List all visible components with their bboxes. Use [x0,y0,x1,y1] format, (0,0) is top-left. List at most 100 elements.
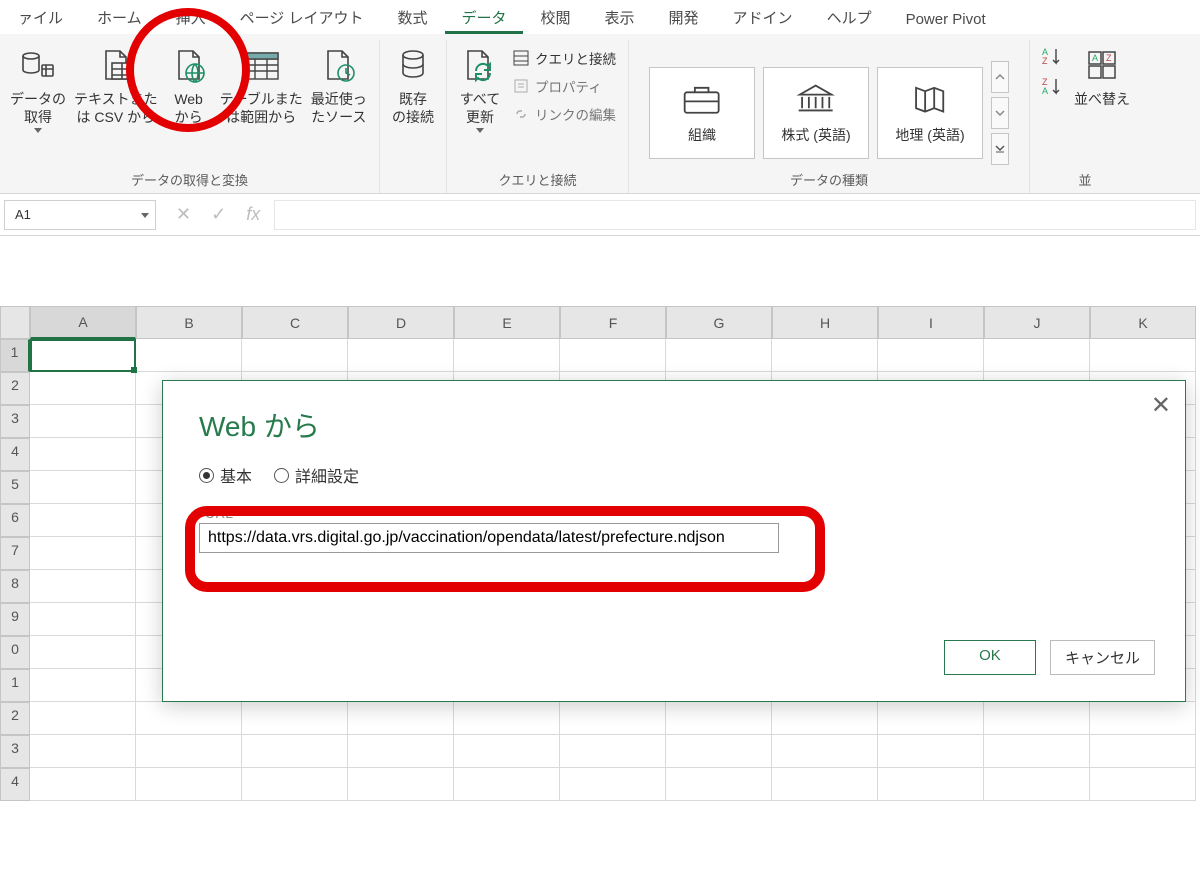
ok-button[interactable]: OK [944,640,1036,675]
cell[interactable] [30,504,136,537]
cell[interactable] [454,735,560,768]
cell[interactable] [30,570,136,603]
cell[interactable] [666,702,772,735]
cell[interactable] [30,603,136,636]
cell[interactable] [30,636,136,669]
org-data-type[interactable]: 組織 [649,67,755,159]
row-header[interactable]: 0 [0,636,30,669]
cell[interactable] [560,768,666,801]
cell[interactable] [348,768,454,801]
row-header[interactable]: 4 [0,438,30,471]
from-web-button[interactable]: Web から [162,40,216,126]
row-header[interactable]: 9 [0,603,30,636]
cell[interactable] [30,537,136,570]
cell[interactable] [878,768,984,801]
cell[interactable] [666,768,772,801]
cell[interactable] [30,702,136,735]
row-header[interactable]: 2 [0,702,30,735]
tab-view[interactable]: 表示 [589,1,651,34]
tab-addins[interactable]: アドイン [717,1,809,34]
recent-sources-button[interactable]: 最近使っ たソース [307,40,371,126]
dialog-close-button[interactable]: ✕ [1151,391,1171,420]
col-header-B[interactable]: B [136,306,242,339]
cell[interactable] [1090,768,1196,801]
cell[interactable] [560,735,666,768]
queries-connections-button[interactable]: クエリと接続 [507,44,622,72]
cell[interactable] [242,339,348,372]
cell[interactable] [454,339,560,372]
cell[interactable] [1090,339,1196,372]
cancel-button[interactable]: キャンセル [1050,640,1155,675]
row-header[interactable]: 8 [0,570,30,603]
url-input[interactable] [199,523,779,553]
row-header-1[interactable]: 1 [0,339,30,372]
refresh-all-button[interactable]: すべて 更新 [453,40,507,133]
cell[interactable] [136,768,242,801]
cell-A1[interactable] [30,339,136,372]
name-box[interactable]: A1 [4,200,156,230]
col-header-H[interactable]: H [772,306,878,339]
from-csv-button[interactable]: テキストまた は CSV から [70,40,162,126]
cell[interactable] [30,471,136,504]
select-all-corner[interactable] [0,306,30,339]
cell[interactable] [560,702,666,735]
row-header[interactable]: 2 [0,372,30,405]
cell[interactable] [1090,735,1196,768]
cell[interactable] [348,702,454,735]
data-type-down[interactable] [991,97,1009,129]
tab-file[interactable]: ァイル [2,1,79,34]
tab-data[interactable]: データ [445,1,522,34]
cell[interactable] [242,735,348,768]
col-header-D[interactable]: D [348,306,454,339]
tab-formulas[interactable]: 数式 [381,1,443,34]
cell[interactable] [242,768,348,801]
tab-review[interactable]: 校閲 [525,1,587,34]
col-header-A[interactable]: A [30,306,136,339]
tab-insert[interactable]: 挿入 [160,1,222,34]
cell[interactable] [136,339,242,372]
tab-home[interactable]: ホーム [81,1,158,34]
cell[interactable] [242,702,348,735]
col-header-F[interactable]: F [560,306,666,339]
col-header-J[interactable]: J [984,306,1090,339]
row-header[interactable]: 6 [0,504,30,537]
cell[interactable] [348,339,454,372]
sort-desc-button[interactable]: ZA [1038,74,1068,98]
data-type-up[interactable] [991,61,1009,93]
cell[interactable] [666,735,772,768]
cell[interactable] [30,669,136,702]
cell[interactable] [136,702,242,735]
row-header[interactable]: 4 [0,768,30,801]
tab-powerpivot[interactable]: Power Pivot [890,5,1002,34]
radio-basic[interactable]: 基本 [199,463,252,487]
tab-page-layout[interactable]: ページ レイアウト [224,1,380,34]
tab-developer[interactable]: 開発 [653,1,715,34]
col-header-I[interactable]: I [878,306,984,339]
cell[interactable] [984,702,1090,735]
accept-formula-icon[interactable]: ✓ [211,204,226,225]
cell[interactable] [984,768,1090,801]
row-header[interactable]: 7 [0,537,30,570]
row-header[interactable]: 1 [0,669,30,702]
cell[interactable] [454,702,560,735]
from-table-button[interactable]: テーブルまた は範囲から [216,40,307,126]
cell[interactable] [30,405,136,438]
cell[interactable] [772,702,878,735]
row-header[interactable]: 3 [0,405,30,438]
cell[interactable] [984,339,1090,372]
row-header[interactable]: 5 [0,471,30,504]
cell[interactable] [454,768,560,801]
cell[interactable] [666,339,772,372]
cell[interactable] [772,339,878,372]
row-header[interactable]: 3 [0,735,30,768]
cell[interactable] [772,768,878,801]
radio-advanced[interactable]: 詳細設定 [274,463,359,487]
cell[interactable] [878,702,984,735]
col-header-C[interactable]: C [242,306,348,339]
cell[interactable] [136,735,242,768]
stocks-data-type[interactable]: 株式 (英語) [763,67,869,159]
existing-connections-button[interactable]: 既存 の接続 [386,40,440,126]
cell[interactable] [30,768,136,801]
cell[interactable] [348,735,454,768]
cell[interactable] [560,339,666,372]
